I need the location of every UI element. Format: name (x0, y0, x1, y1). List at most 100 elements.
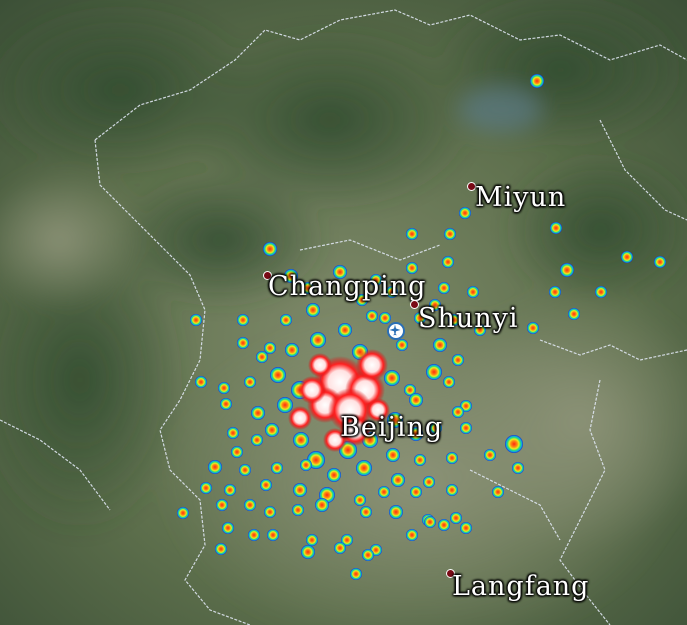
heat-spot (530, 74, 544, 88)
heat-spot (220, 398, 232, 410)
heat-spot (438, 282, 450, 294)
heat-spot (410, 486, 422, 498)
heat-spot (260, 479, 272, 491)
heat-spot (267, 529, 279, 541)
city-label-miyun[interactable]: Miyun (475, 184, 566, 211)
heat-spot (595, 286, 607, 298)
heat-spot (621, 251, 633, 263)
heat-core (308, 353, 332, 377)
heat-spot (264, 342, 276, 354)
heat-spot (227, 427, 239, 439)
heat-spot (244, 376, 256, 388)
heat-spot (301, 545, 315, 559)
heat-spot (386, 448, 400, 462)
heat-spot (450, 512, 462, 524)
heat-spot (433, 338, 447, 352)
heat-spot (444, 228, 456, 240)
heat-spot (354, 494, 366, 506)
heat-spot (338, 323, 352, 337)
heat-spot (270, 367, 286, 383)
heat-spot (568, 308, 580, 320)
heat-spot (366, 310, 378, 322)
heat-spot (350, 568, 362, 580)
heat-spot (256, 351, 268, 363)
heat-spot (293, 483, 307, 497)
map-canvas (0, 0, 687, 625)
heat-spot (239, 464, 251, 476)
heat-spot (334, 542, 346, 554)
heat-spot (306, 534, 318, 546)
heat-spot (216, 499, 228, 511)
heat-spot (265, 423, 279, 437)
heat-spot (237, 337, 249, 349)
heat-spot (231, 446, 243, 458)
heat-spot (391, 473, 405, 487)
heat-spot (389, 505, 403, 519)
heat-spot (423, 476, 435, 488)
heat-spot (280, 314, 292, 326)
heat-spot (222, 522, 234, 534)
heat-spot (654, 256, 666, 268)
heat-core (298, 376, 326, 404)
satellite-map[interactable]: Miyun Changping Shunyi Beijing Langfang (0, 0, 687, 625)
heat-spot (527, 322, 539, 334)
heat-spot (409, 393, 423, 407)
heat-spot (195, 376, 207, 388)
heat-spot (215, 543, 227, 555)
heat-spot (549, 286, 561, 298)
heat-spot (406, 228, 418, 240)
heat-spot (414, 454, 426, 466)
heat-spot (406, 529, 418, 541)
heat-spot (396, 339, 408, 351)
heat-spot (505, 435, 523, 453)
heat-spot (293, 432, 309, 448)
heat-spot (384, 370, 400, 386)
heat-spot (378, 486, 390, 498)
heat-spot (442, 256, 454, 268)
heat-spot (190, 314, 202, 326)
heat-core (356, 349, 388, 381)
heat-spot (264, 506, 276, 518)
heat-spot (251, 434, 263, 446)
heat-spot (237, 314, 249, 326)
heat-core (288, 406, 312, 430)
heat-spot (467, 286, 479, 298)
city-label-beijing[interactable]: Beijing (340, 414, 443, 441)
city-label-langfang[interactable]: Langfang (452, 573, 589, 600)
heat-spot (200, 482, 212, 494)
heat-spot (460, 522, 472, 534)
heat-spot (426, 364, 442, 380)
heat-spot (327, 468, 341, 482)
heat-spot (292, 504, 304, 516)
heat-spot (492, 486, 504, 498)
airplane-icon (387, 322, 405, 340)
heat-spot (208, 460, 222, 474)
heat-spot (550, 222, 562, 234)
heat-spot (271, 462, 283, 474)
heat-spot (218, 382, 230, 394)
heat-spot (460, 422, 472, 434)
heat-spot (310, 332, 326, 348)
heat-spot (484, 449, 496, 461)
heat-spot (438, 519, 450, 531)
heat-spot (379, 312, 391, 324)
heat-spot (315, 498, 329, 512)
heat-spot (263, 242, 277, 256)
city-label-shunyi[interactable]: Shunyi (418, 305, 519, 332)
heat-spot (177, 507, 189, 519)
heat-spot (446, 452, 458, 464)
heat-spot (248, 529, 260, 541)
airplane-glyph (389, 324, 401, 336)
heat-spot (424, 516, 436, 528)
heat-spot (306, 303, 320, 317)
heat-spot (443, 376, 455, 388)
heat-spot (244, 499, 256, 511)
city-label-changping[interactable]: Changping (268, 273, 426, 300)
heat-spot (356, 460, 372, 476)
heat-spot (251, 406, 265, 420)
heat-spot (446, 484, 458, 496)
heat-spot (360, 506, 372, 518)
heat-spot (512, 462, 524, 474)
heat-spot (459, 207, 471, 219)
heat-spot (224, 484, 236, 496)
